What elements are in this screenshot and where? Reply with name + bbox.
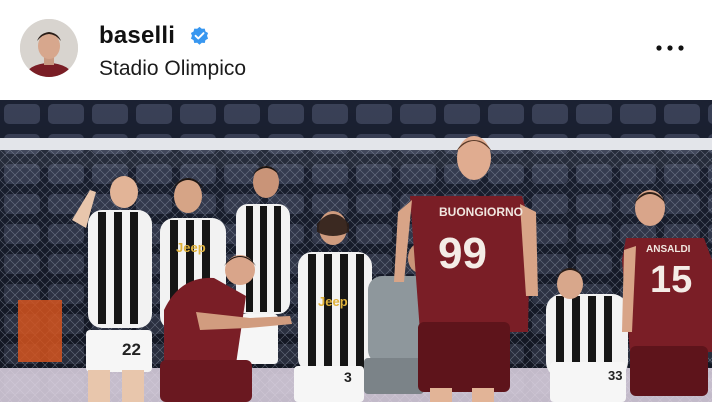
svg-text:Jeep: Jeep — [318, 294, 348, 309]
svg-text:15: 15 — [650, 259, 692, 301]
svg-text:ANSALDI: ANSALDI — [646, 244, 691, 255]
avatar-image — [20, 19, 78, 77]
verified-badge-icon — [190, 26, 209, 45]
post-header: baselli Stadio Olimpico — [0, 0, 712, 100]
post-location[interactable]: Stadio Olimpico — [99, 56, 246, 82]
svg-text:99: 99 — [438, 229, 487, 278]
match-photo: 22 Jeep Jeep 3 BUONGIORNO 99 33 ANSALDI … — [0, 100, 712, 402]
svg-text:22: 22 — [122, 340, 141, 359]
goal-crossbar — [0, 138, 712, 150]
post-photo[interactable]: 22 Jeep Jeep 3 BUONGIORNO 99 33 ANSALDI … — [0, 100, 712, 402]
svg-text:3: 3 — [344, 369, 352, 385]
post-username[interactable]: baselli — [99, 22, 175, 50]
svg-text:33: 33 — [608, 368, 622, 383]
svg-text:Jeep: Jeep — [176, 240, 206, 255]
more-horizontal-icon[interactable] — [654, 40, 686, 56]
svg-text:BUONGIORNO: BUONGIORNO — [439, 205, 523, 219]
profile-avatar[interactable] — [20, 19, 78, 77]
